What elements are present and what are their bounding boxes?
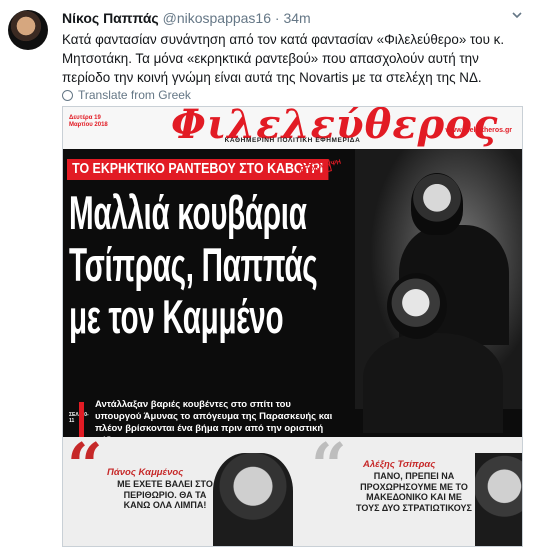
tweet-time[interactable]: 34m xyxy=(283,10,310,26)
headline: Μαλλιά κουβάρια Τσίπρας, Παππάς με τον Κ… xyxy=(69,186,318,343)
quote-mark-icon: “ xyxy=(311,429,347,502)
quote-text: ΠΑΝΟ, ΠΡΕΠΕΙ ΝΑ ΠΡΟΧΩΡΗΣΟΥΜΕ ΜΕ ΤΟ ΜΑΚΕΔ… xyxy=(356,471,472,513)
headline-line: με τον Καμμένο xyxy=(69,290,284,343)
author-avatar[interactable] xyxy=(8,10,48,50)
headline-line: Τσίπρας, Παππάς xyxy=(69,238,318,291)
quote-text: ΜΕ ΕΧΕΤΕ ΒΑΛΕΙ ΣΤΟ ΠΕΡΙΘΩΡΙΟ. ΘΑ ΤΑ ΚΑΝΩ… xyxy=(117,479,213,510)
translate-label: Translate from Greek xyxy=(78,88,191,102)
tweet-header: Νίκος Παππάς @nikospappas16 · 34m xyxy=(62,10,311,26)
website: www.fileleftheros.gr xyxy=(445,127,512,134)
masthead-bar: Δευτέρα 19 Μαρτίου 2018 Φιλελεύθερος www… xyxy=(63,107,522,149)
photo-figure-head xyxy=(387,273,447,339)
speaker-photo xyxy=(213,453,293,546)
globe-icon xyxy=(62,89,73,101)
author-name[interactable]: Νίκος Παππάς xyxy=(62,10,159,26)
translate-link[interactable]: Translate from Greek xyxy=(62,88,191,102)
newspaper-image[interactable]: Δευτέρα 19 Μαρτίου 2018 Φιλελεύθερος www… xyxy=(62,106,523,547)
photo-figure-head xyxy=(411,173,463,235)
quote-speaker: Πάνος Καμμένος xyxy=(107,467,184,478)
masthead-subtitle: ΚΑΘΗΜΕΡΙΝΗ ΠΟΛΙΤΙΚΗ ΕΦΗΜΕΡΙΔΑ xyxy=(224,137,361,144)
photo-figure-body xyxy=(363,333,503,433)
tweet-text: Κατά φαντασίαν συνάντηση από τον κατά φα… xyxy=(62,32,505,85)
author-handle[interactable]: @nikospappas16 xyxy=(163,10,271,26)
kicker-banner: ΤΟ ΕΚΡΗΚΤΙΚΟ ΡΑΝΤΕΒΟΥ ΣΤΟ ΚΑΒΟΥΡΙ xyxy=(67,159,329,180)
issue-date: Δευτέρα 19 Μαρτίου 2018 xyxy=(69,115,108,128)
chevron-down-icon[interactable] xyxy=(512,10,522,20)
headline-line: Μαλλιά κουβάρια xyxy=(69,186,307,239)
quote-speaker: Αλέξης Τσίπρας xyxy=(363,459,436,470)
quote-mark-icon: “ xyxy=(67,429,103,502)
speaker-photo xyxy=(475,453,522,546)
separator: · xyxy=(274,10,280,26)
